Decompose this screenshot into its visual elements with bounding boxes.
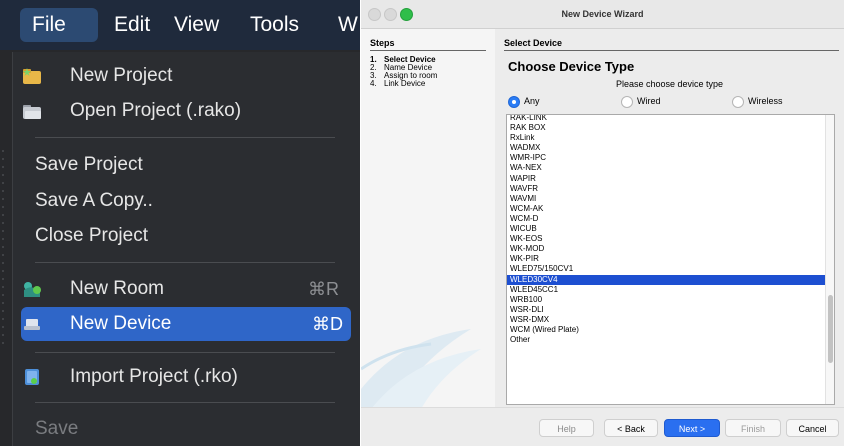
page-subheading: Please choose device type [615,79,724,89]
radio-label: Any [524,96,540,106]
menu-item-open-project[interactable]: Open Project (.rako) [13,94,353,128]
menu-separator [35,262,335,263]
device-list-item[interactable]: WSR-DLI [507,305,825,315]
device-rows: RAK-LINK RAK BOX RxLink WADMX WMR-IPC WA-NEX W… [507,115,825,345]
file-dropdown: New Project Open Project (.rako) Save Pr… [12,52,360,446]
device-list-item[interactable]: Other [507,335,825,345]
scrollbar-track[interactable] [825,115,834,404]
section-title: Select Device [504,38,839,51]
menu-item-label: New Room [70,278,164,299]
folder-icon [23,105,41,119]
device-list-item[interactable]: WRB100 [507,295,825,305]
step-item: 4. Link Device [370,80,425,88]
import-icon [25,369,39,385]
step-label: Link Device [384,79,426,88]
device-icon [24,319,40,330]
device-type-list[interactable]: RAK-LINK RAK BOX RxLink WADMX WMR-IPC WA-NEX W… [506,114,835,405]
title-bar: New Device Wizard [361,0,844,29]
shortcut-label: ⌘D [312,314,343,334]
device-list-item[interactable]: WCM (Wired Plate) [507,325,825,335]
menu-item-import-project[interactable]: Import Project (.rko) [13,360,353,394]
menu-item-label: Save A Copy.. [35,190,153,211]
left-edge-marks [2,150,4,350]
device-list-item[interactable]: WAPIR [507,174,825,184]
menu-item-save-a-copy[interactable]: Save A Copy.. [13,184,353,218]
device-list-item[interactable]: WAVMI [507,194,825,204]
device-list-item[interactable]: RxLink [507,133,825,143]
device-list-item[interactable]: WADMX [507,143,825,153]
content-pane: Select Device Choose Device Type Please … [495,29,844,407]
device-list-item[interactable]: WLED30CV4 [507,274,825,285]
menu-item-save: Save [13,412,353,446]
menu-item-new-project[interactable]: New Project [13,59,353,93]
step-number: 4. [370,79,377,88]
menu-item-close-project[interactable]: Close Project [13,219,353,253]
menu-separator [35,402,335,403]
radio-dot [621,96,633,108]
device-list-item[interactable]: WLED45CC1 [507,285,825,295]
room-icon [24,282,41,297]
menu-item-label: New Project [70,65,173,86]
menu-file[interactable]: File [20,8,98,42]
new-project-icon [23,68,41,84]
menu-tools[interactable]: Tools [250,8,299,42]
cancel-button[interactable]: Cancel [786,419,839,437]
device-list-item[interactable]: WK-MOD [507,244,825,254]
finish-button: Finish [725,419,781,437]
scrollbar-thumb[interactable] [828,295,833,363]
menu-edit[interactable]: Edit [114,8,150,42]
device-list-item[interactable]: RAK-LINK [507,115,825,123]
menu-item-label: Save [35,418,79,439]
device-list-item[interactable]: WCM-D [507,214,825,224]
radio-dot [508,96,520,108]
device-list-item[interactable]: WSR-DMX [507,315,825,325]
device-list-item[interactable]: WAVFR [507,184,825,194]
page-heading: Choose Device Type [508,59,635,74]
decorative-swoosh [361,329,481,407]
device-list-item[interactable]: RAK BOX [507,123,825,133]
next-button[interactable]: Next > [664,419,720,437]
shortcut-label: ⌘R [308,279,339,299]
menu-item-label: Close Project [35,225,148,246]
radio-dot [732,96,744,108]
device-list-item[interactable]: WCM-AK [507,204,825,214]
menu-item-label: Import Project (.rko) [70,366,238,387]
menu-item-new-room[interactable]: New Room ⌘R [13,272,353,306]
menu-window[interactable]: W [338,8,358,42]
button-bar: Help < Back Next > Finish Cancel [361,407,844,446]
menu-item-save-project[interactable]: Save Project [13,148,353,182]
radio-label: Wireless [748,96,783,106]
steps-pane: Steps 1. Select Device 2. Name Device 3. As… [361,29,495,407]
device-list-item[interactable]: WK-PIR [507,254,825,264]
steps-title: Steps [370,38,486,51]
menu-bar: File Edit View Tools W [0,0,360,50]
menu-view[interactable]: View [174,8,219,42]
radio-label: Wired [637,96,661,106]
menu-item-label: Save Project [35,154,143,175]
back-button[interactable]: < Back [604,419,658,437]
menu-item-label: New Device [70,313,172,334]
file-menu-panel: File Edit View Tools W New Project Open … [0,0,360,446]
menu-item-label: Open Project (.rako) [70,100,242,121]
menu-separator [35,352,335,353]
help-button[interactable]: Help [539,419,594,437]
menu-item-new-device[interactable]: New Device ⌘D [21,307,351,341]
device-list-item[interactable]: WICUB [507,224,825,234]
device-list-item[interactable]: WK-EOS [507,234,825,244]
device-list-item[interactable]: WMR-IPC [507,153,825,163]
menu-separator [35,137,335,138]
device-list-item[interactable]: WLED75/150CV1 [507,264,825,274]
device-list-item[interactable]: WA-NEX [507,163,825,173]
window-title: New Device Wizard [561,9,644,19]
new-device-wizard-window: New Device Wizard Steps 1. Select Device … [361,0,844,446]
